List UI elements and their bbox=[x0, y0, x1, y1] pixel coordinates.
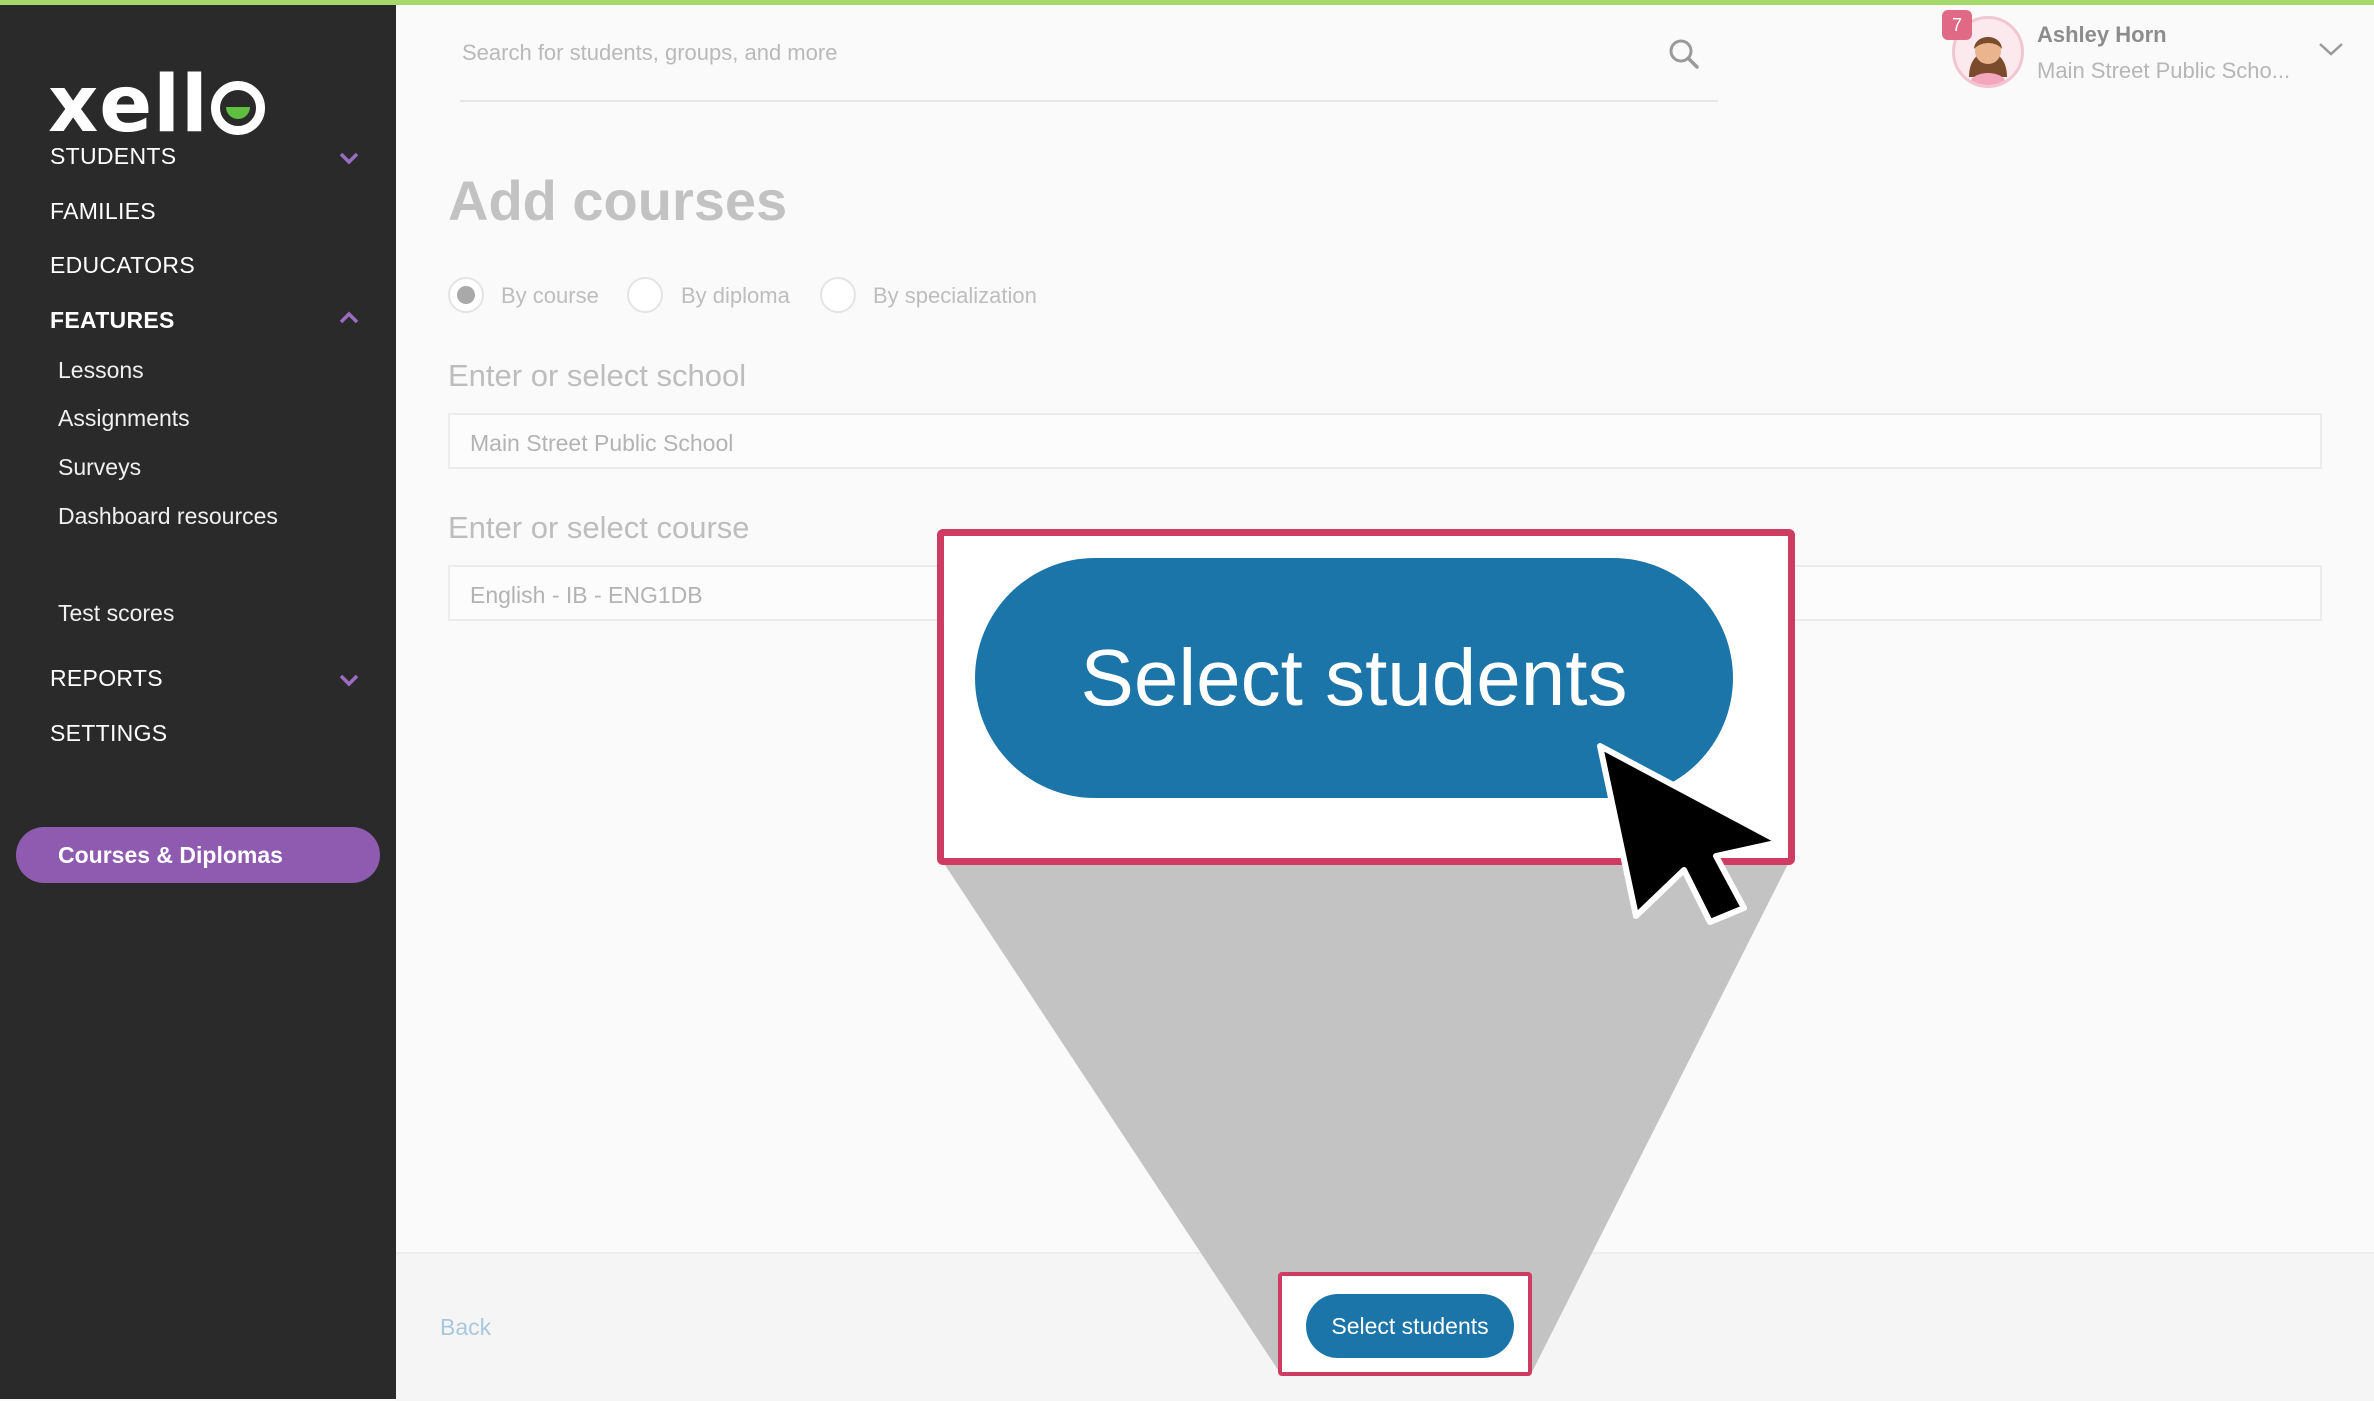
mouse-cursor-icon bbox=[1597, 743, 1783, 925]
select-students-button[interactable]: Select students bbox=[1306, 1294, 1514, 1358]
